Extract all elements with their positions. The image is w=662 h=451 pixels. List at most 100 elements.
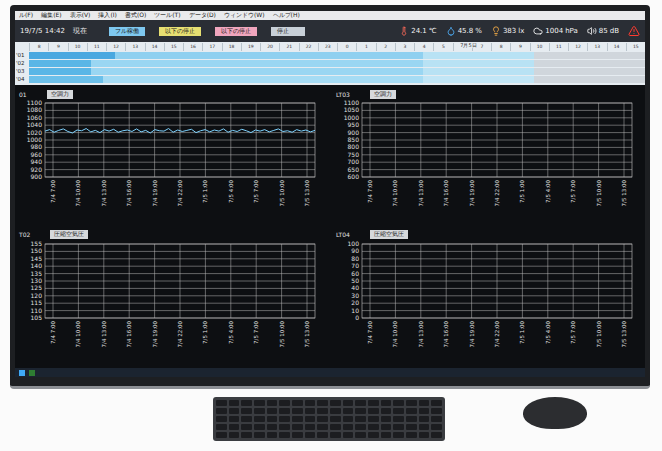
menu-item[interactable]: ウィンドウ(W) (224, 12, 265, 19)
key (431, 408, 442, 414)
svg-text:0: 0 (355, 314, 359, 321)
svg-text:140: 140 (31, 262, 43, 269)
key (216, 400, 227, 406)
charts: 01空調力11001080106010401020100098096094092… (15, 85, 645, 368)
svg-text:125: 125 (31, 284, 43, 291)
light-icon (491, 26, 501, 36)
hour-label: 13 (587, 43, 606, 51)
status-segment (423, 68, 534, 75)
hour-label: 0 (337, 43, 356, 51)
status-bar (29, 51, 645, 59)
svg-text:10: 10 (351, 306, 359, 313)
svg-text:900: 900 (348, 129, 360, 136)
status-bar (29, 59, 645, 67)
svg-text:20: 20 (351, 299, 359, 306)
datetime: 19/7/5 14:42 (20, 27, 65, 35)
key (241, 424, 252, 430)
key (317, 400, 328, 406)
key (381, 432, 392, 438)
key (267, 432, 278, 438)
row-label: '01 (15, 51, 29, 59)
svg-text:750: 750 (348, 151, 360, 158)
timeline-row: '03 (15, 67, 645, 75)
key (305, 416, 316, 422)
key (305, 408, 316, 414)
svg-text:1060: 1060 (27, 114, 42, 121)
series-line (45, 129, 315, 133)
key (292, 400, 303, 406)
key (343, 416, 354, 422)
key (254, 424, 265, 430)
key (317, 408, 328, 414)
key (406, 408, 417, 414)
chart-id: LT04 (336, 231, 350, 238)
svg-text:7/5 4:00: 7/5 4:00 (545, 320, 551, 343)
app-icon[interactable] (29, 370, 35, 376)
svg-text:50: 50 (351, 277, 359, 284)
key (330, 408, 341, 414)
menu-item[interactable]: データ(D) (189, 12, 216, 19)
key (419, 408, 430, 414)
key (381, 408, 392, 414)
svg-text:7/5 1:00: 7/5 1:00 (519, 320, 525, 343)
chart-title: 圧縮空気圧 (370, 230, 408, 239)
status-segment (534, 76, 645, 83)
svg-text:7/4 22:00: 7/4 22:00 (494, 180, 500, 207)
svg-text:7/4 22:00: 7/4 22:00 (177, 180, 183, 207)
key (267, 400, 278, 406)
menu-item[interactable]: ツール(T) (154, 12, 180, 19)
status-segment (423, 76, 534, 83)
svg-text:7/5 1:00: 7/5 1:00 (202, 180, 208, 203)
key (229, 424, 240, 430)
row-label: '04 (15, 75, 29, 83)
svg-text:7/4 22:00: 7/4 22:00 (494, 320, 500, 347)
menu-item[interactable]: 挿入(I) (98, 12, 116, 19)
key (381, 400, 392, 406)
key (330, 424, 341, 430)
hour-label: 8 (491, 43, 510, 51)
key (330, 416, 341, 422)
desk (10, 389, 650, 441)
key (393, 416, 404, 422)
key (368, 416, 379, 422)
sensor: 1004hPa (533, 26, 577, 36)
key (406, 416, 417, 422)
key (393, 400, 404, 406)
svg-text:700: 700 (348, 158, 360, 165)
menu-item[interactable]: 書式(O) (125, 12, 146, 19)
sensor-unit: lx (518, 27, 524, 35)
key (216, 432, 227, 438)
sensor-unit: % (475, 27, 482, 35)
key (267, 408, 278, 414)
hour-label: 9 (48, 43, 67, 51)
key (406, 424, 417, 430)
key (355, 408, 366, 414)
svg-text:1100: 1100 (27, 99, 42, 106)
status-segment (423, 60, 534, 67)
legend-item: 以下の停止 (159, 27, 201, 36)
menu-item[interactable]: 表示(V) (70, 12, 91, 19)
hour-label: 9 (510, 43, 529, 51)
keyboard (213, 397, 445, 441)
warning-icon[interactable] (628, 25, 640, 37)
key (305, 400, 316, 406)
svg-text:105: 105 (31, 314, 43, 321)
menu-item[interactable]: ル(F) (19, 12, 33, 19)
sensor-value: 45.8 (458, 27, 474, 35)
svg-text:7/4 16:00: 7/4 16:00 (443, 180, 449, 207)
legend-item: 停止 (271, 27, 305, 36)
start-icon[interactable] (19, 370, 25, 376)
svg-text:40: 40 (351, 284, 359, 291)
menu-item[interactable]: 編集(E) (41, 12, 61, 19)
chart-panel: 01空調力11001080106010401020100098096094092… (19, 89, 322, 228)
svg-text:7/4 10:00: 7/4 10:00 (75, 320, 81, 347)
svg-text:7/4 16:00: 7/4 16:00 (443, 320, 449, 347)
status-segment (29, 68, 91, 75)
svg-text:7/4 7:00: 7/4 7:00 (367, 320, 373, 343)
status-bar (29, 75, 645, 83)
key (317, 424, 328, 430)
key (330, 432, 341, 438)
hour-label: 3 (395, 43, 414, 51)
svg-text:7/5 4:00: 7/5 4:00 (545, 180, 551, 203)
menu-item[interactable]: ヘルプ(H) (273, 12, 300, 19)
